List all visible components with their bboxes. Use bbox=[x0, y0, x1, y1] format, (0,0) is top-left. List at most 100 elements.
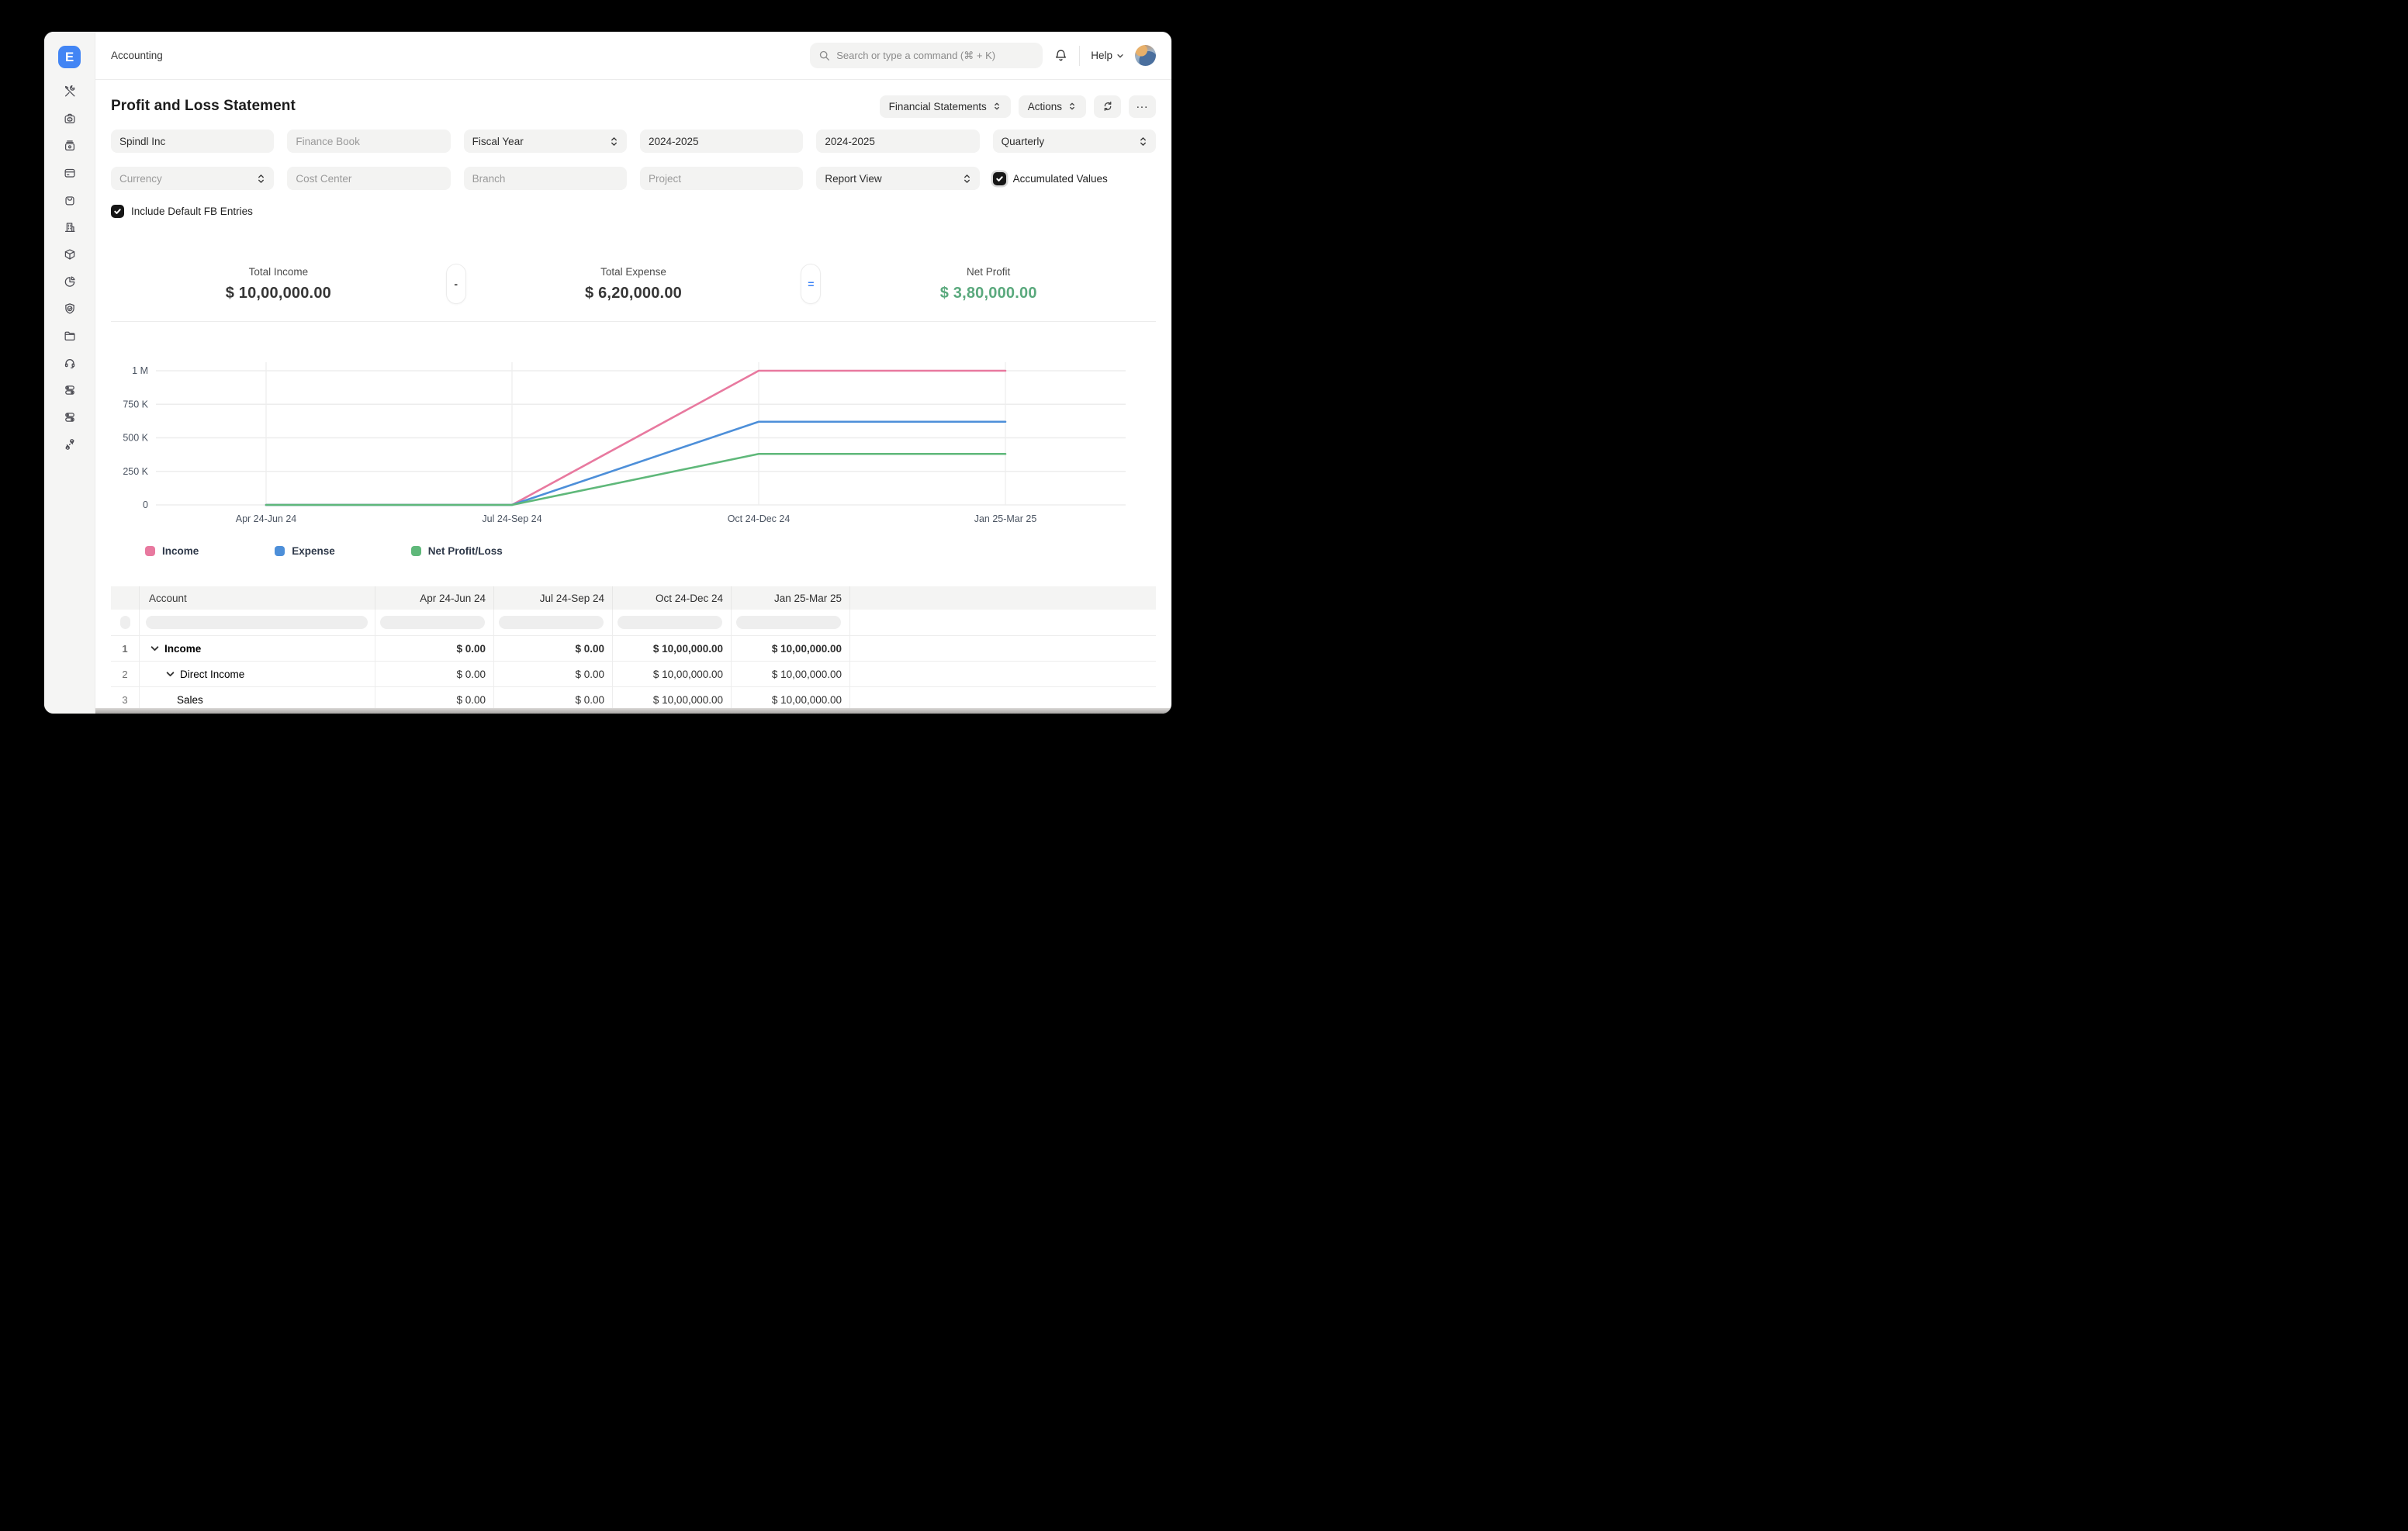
pnl-line-chart: 1 M750 K500 K250 K0Apr 24-Jun 24Jul 24-S… bbox=[111, 353, 1156, 558]
include-default-fb-entries-checkbox[interactable]: Include Default FB Entries bbox=[111, 205, 253, 218]
pnl-data-table: Account Apr 24-Jun 24 Jul 24-Sep 24 Oct … bbox=[111, 586, 1156, 713]
account-column-header[interactable]: Account bbox=[140, 586, 375, 610]
cell-value: $ 10,00,000.00 bbox=[732, 636, 850, 661]
account-name[interactable]: Direct Income bbox=[180, 669, 244, 680]
chevron-down-icon[interactable] bbox=[166, 670, 175, 679]
credit-card-icon[interactable] bbox=[63, 166, 77, 180]
shield-check-icon[interactable] bbox=[63, 302, 77, 316]
cell-value: $ 10,00,000.00 bbox=[732, 662, 850, 686]
cell-value: $ 0.00 bbox=[375, 662, 494, 686]
cost-center-filter[interactable]: Cost Center bbox=[287, 167, 450, 190]
more-options-button[interactable]: ... bbox=[1129, 95, 1156, 118]
updown-chevrons-icon bbox=[610, 136, 618, 147]
legend-item-net-profit[interactable]: Net Profit/Loss bbox=[411, 545, 503, 557]
end-year-filter[interactable]: 2024-2025 bbox=[816, 130, 979, 153]
account-filter-input[interactable] bbox=[146, 616, 368, 629]
q4-filter-input[interactable] bbox=[736, 616, 841, 629]
branch-filter[interactable]: Branch bbox=[464, 167, 627, 190]
window-bottom-edge bbox=[95, 708, 1171, 714]
app-logo[interactable]: E bbox=[58, 46, 81, 68]
chevron-down-icon bbox=[1116, 52, 1124, 60]
row-number-header bbox=[111, 586, 140, 610]
checkbox-checked-icon bbox=[111, 205, 124, 218]
updown-chevrons-icon bbox=[1139, 136, 1147, 147]
row-number-filter[interactable] bbox=[120, 616, 130, 629]
row-number: 2 bbox=[111, 662, 140, 686]
breadcrumb[interactable]: Accounting bbox=[111, 50, 163, 61]
company-filter[interactable]: Spindl Inc bbox=[111, 130, 274, 153]
table-row-direct-income[interactable]: 2 Direct Income $ 0.00 $ 0.00 $ 10,00,00… bbox=[111, 662, 1156, 687]
q4-column-header[interactable]: Jan 25-Mar 25 bbox=[732, 586, 850, 610]
archive-box-icon[interactable] bbox=[63, 139, 77, 153]
svg-text:1 M: 1 M bbox=[132, 365, 148, 376]
toggles-alt-icon[interactable] bbox=[63, 410, 77, 424]
report-group-dropdown[interactable]: Financial Statements bbox=[880, 95, 1011, 118]
q2-filter-input[interactable] bbox=[499, 616, 604, 629]
chevron-down-icon[interactable] bbox=[150, 645, 159, 653]
svg-text:0: 0 bbox=[143, 499, 148, 510]
q3-column-header[interactable]: Oct 24-Dec 24 bbox=[613, 586, 732, 610]
search-input[interactable]: Search or type a command (⌘ + K) bbox=[810, 43, 1043, 68]
search-icon bbox=[818, 50, 830, 61]
notifications-bell-icon[interactable] bbox=[1054, 48, 1068, 63]
svg-text:Jan 25-Mar 25: Jan 25-Mar 25 bbox=[974, 513, 1037, 524]
svg-text:750 K: 750 K bbox=[123, 399, 148, 410]
project-filter[interactable]: Project bbox=[640, 167, 803, 190]
q1-filter-input[interactable] bbox=[380, 616, 485, 629]
building-icon[interactable] bbox=[63, 220, 77, 234]
app-sidebar: E bbox=[44, 32, 95, 714]
help-menu[interactable]: Help bbox=[1091, 50, 1124, 61]
report-summary: Total Income $ 10,00,000.00 - Total Expe… bbox=[111, 264, 1156, 304]
q2-column-header[interactable]: Jul 24-Sep 24 bbox=[494, 586, 613, 610]
tools-icon[interactable] bbox=[63, 85, 77, 98]
cell-value: $ 10,00,000.00 bbox=[613, 636, 732, 661]
actions-dropdown[interactable]: Actions bbox=[1019, 95, 1086, 118]
updown-chevrons-icon bbox=[992, 102, 1002, 111]
q3-filter-input[interactable] bbox=[618, 616, 722, 629]
table-filter-row bbox=[111, 610, 1156, 636]
accumulated-values-checkbox[interactable]: Accumulated Values bbox=[993, 167, 1156, 190]
finance-book-filter[interactable]: Finance Book bbox=[287, 130, 450, 153]
start-year-filter[interactable]: 2024-2025 bbox=[640, 130, 803, 153]
headset-icon[interactable] bbox=[63, 356, 77, 370]
report-page: Profit and Loss Statement Financial Stat… bbox=[95, 80, 1171, 714]
topbar-divider bbox=[1079, 46, 1080, 66]
plug-icon[interactable] bbox=[63, 437, 77, 451]
row-number: 1 bbox=[111, 636, 140, 661]
period-basis-select[interactable]: Fiscal Year bbox=[464, 130, 627, 153]
line-chart-canvas: 1 M750 K500 K250 K0Apr 24-Jun 24Jul 24-S… bbox=[111, 353, 1135, 537]
currency-select[interactable]: Currency bbox=[111, 167, 274, 190]
report-view-select[interactable]: Report View bbox=[816, 167, 979, 190]
toggles-icon[interactable] bbox=[63, 383, 77, 397]
periodicity-select[interactable]: Quarterly bbox=[993, 130, 1156, 153]
updown-chevrons-icon bbox=[1067, 102, 1077, 111]
expense-swatch bbox=[275, 546, 285, 556]
shopping-bag-icon[interactable] bbox=[63, 193, 77, 207]
updown-chevrons-icon bbox=[963, 173, 971, 185]
minus-operator-pill: - bbox=[446, 264, 466, 304]
table-header-row: Account Apr 24-Jun 24 Jul 24-Sep 24 Oct … bbox=[111, 586, 1156, 610]
app-window: E Accounting Search or type a comm bbox=[44, 32, 1171, 714]
svg-text:250 K: 250 K bbox=[123, 466, 148, 477]
updown-chevrons-icon bbox=[257, 173, 265, 185]
user-avatar[interactable] bbox=[1135, 45, 1156, 66]
search-placeholder: Search or type a command (⌘ + K) bbox=[836, 50, 995, 62]
q1-column-header[interactable]: Apr 24-Jun 24 bbox=[375, 586, 494, 610]
pie-chart-icon[interactable] bbox=[63, 275, 77, 289]
legend-item-expense[interactable]: Expense bbox=[275, 545, 335, 557]
page-title: Profit and Loss Statement bbox=[111, 98, 296, 115]
table-row-income[interactable]: 1 Income $ 0.00 $ 0.00 $ 10,00,000.00 $ … bbox=[111, 636, 1156, 662]
legend-item-income[interactable]: Income bbox=[145, 545, 199, 557]
cell-value: $ 0.00 bbox=[494, 662, 613, 686]
folder-icon[interactable] bbox=[63, 329, 77, 343]
income-swatch bbox=[145, 546, 155, 556]
cash-icon[interactable] bbox=[63, 112, 77, 126]
package-icon[interactable] bbox=[63, 247, 77, 261]
total-income-summary: Total Income $ 10,00,000.00 bbox=[111, 266, 446, 302]
refresh-button[interactable] bbox=[1094, 95, 1121, 118]
account-name[interactable]: Income bbox=[164, 643, 201, 655]
account-name[interactable]: Sales bbox=[177, 694, 203, 706]
svg-text:Jul 24-Sep 24: Jul 24-Sep 24 bbox=[482, 513, 541, 524]
svg-text:Apr 24-Jun 24: Apr 24-Jun 24 bbox=[236, 513, 297, 524]
cell-value: $ 0.00 bbox=[375, 636, 494, 661]
